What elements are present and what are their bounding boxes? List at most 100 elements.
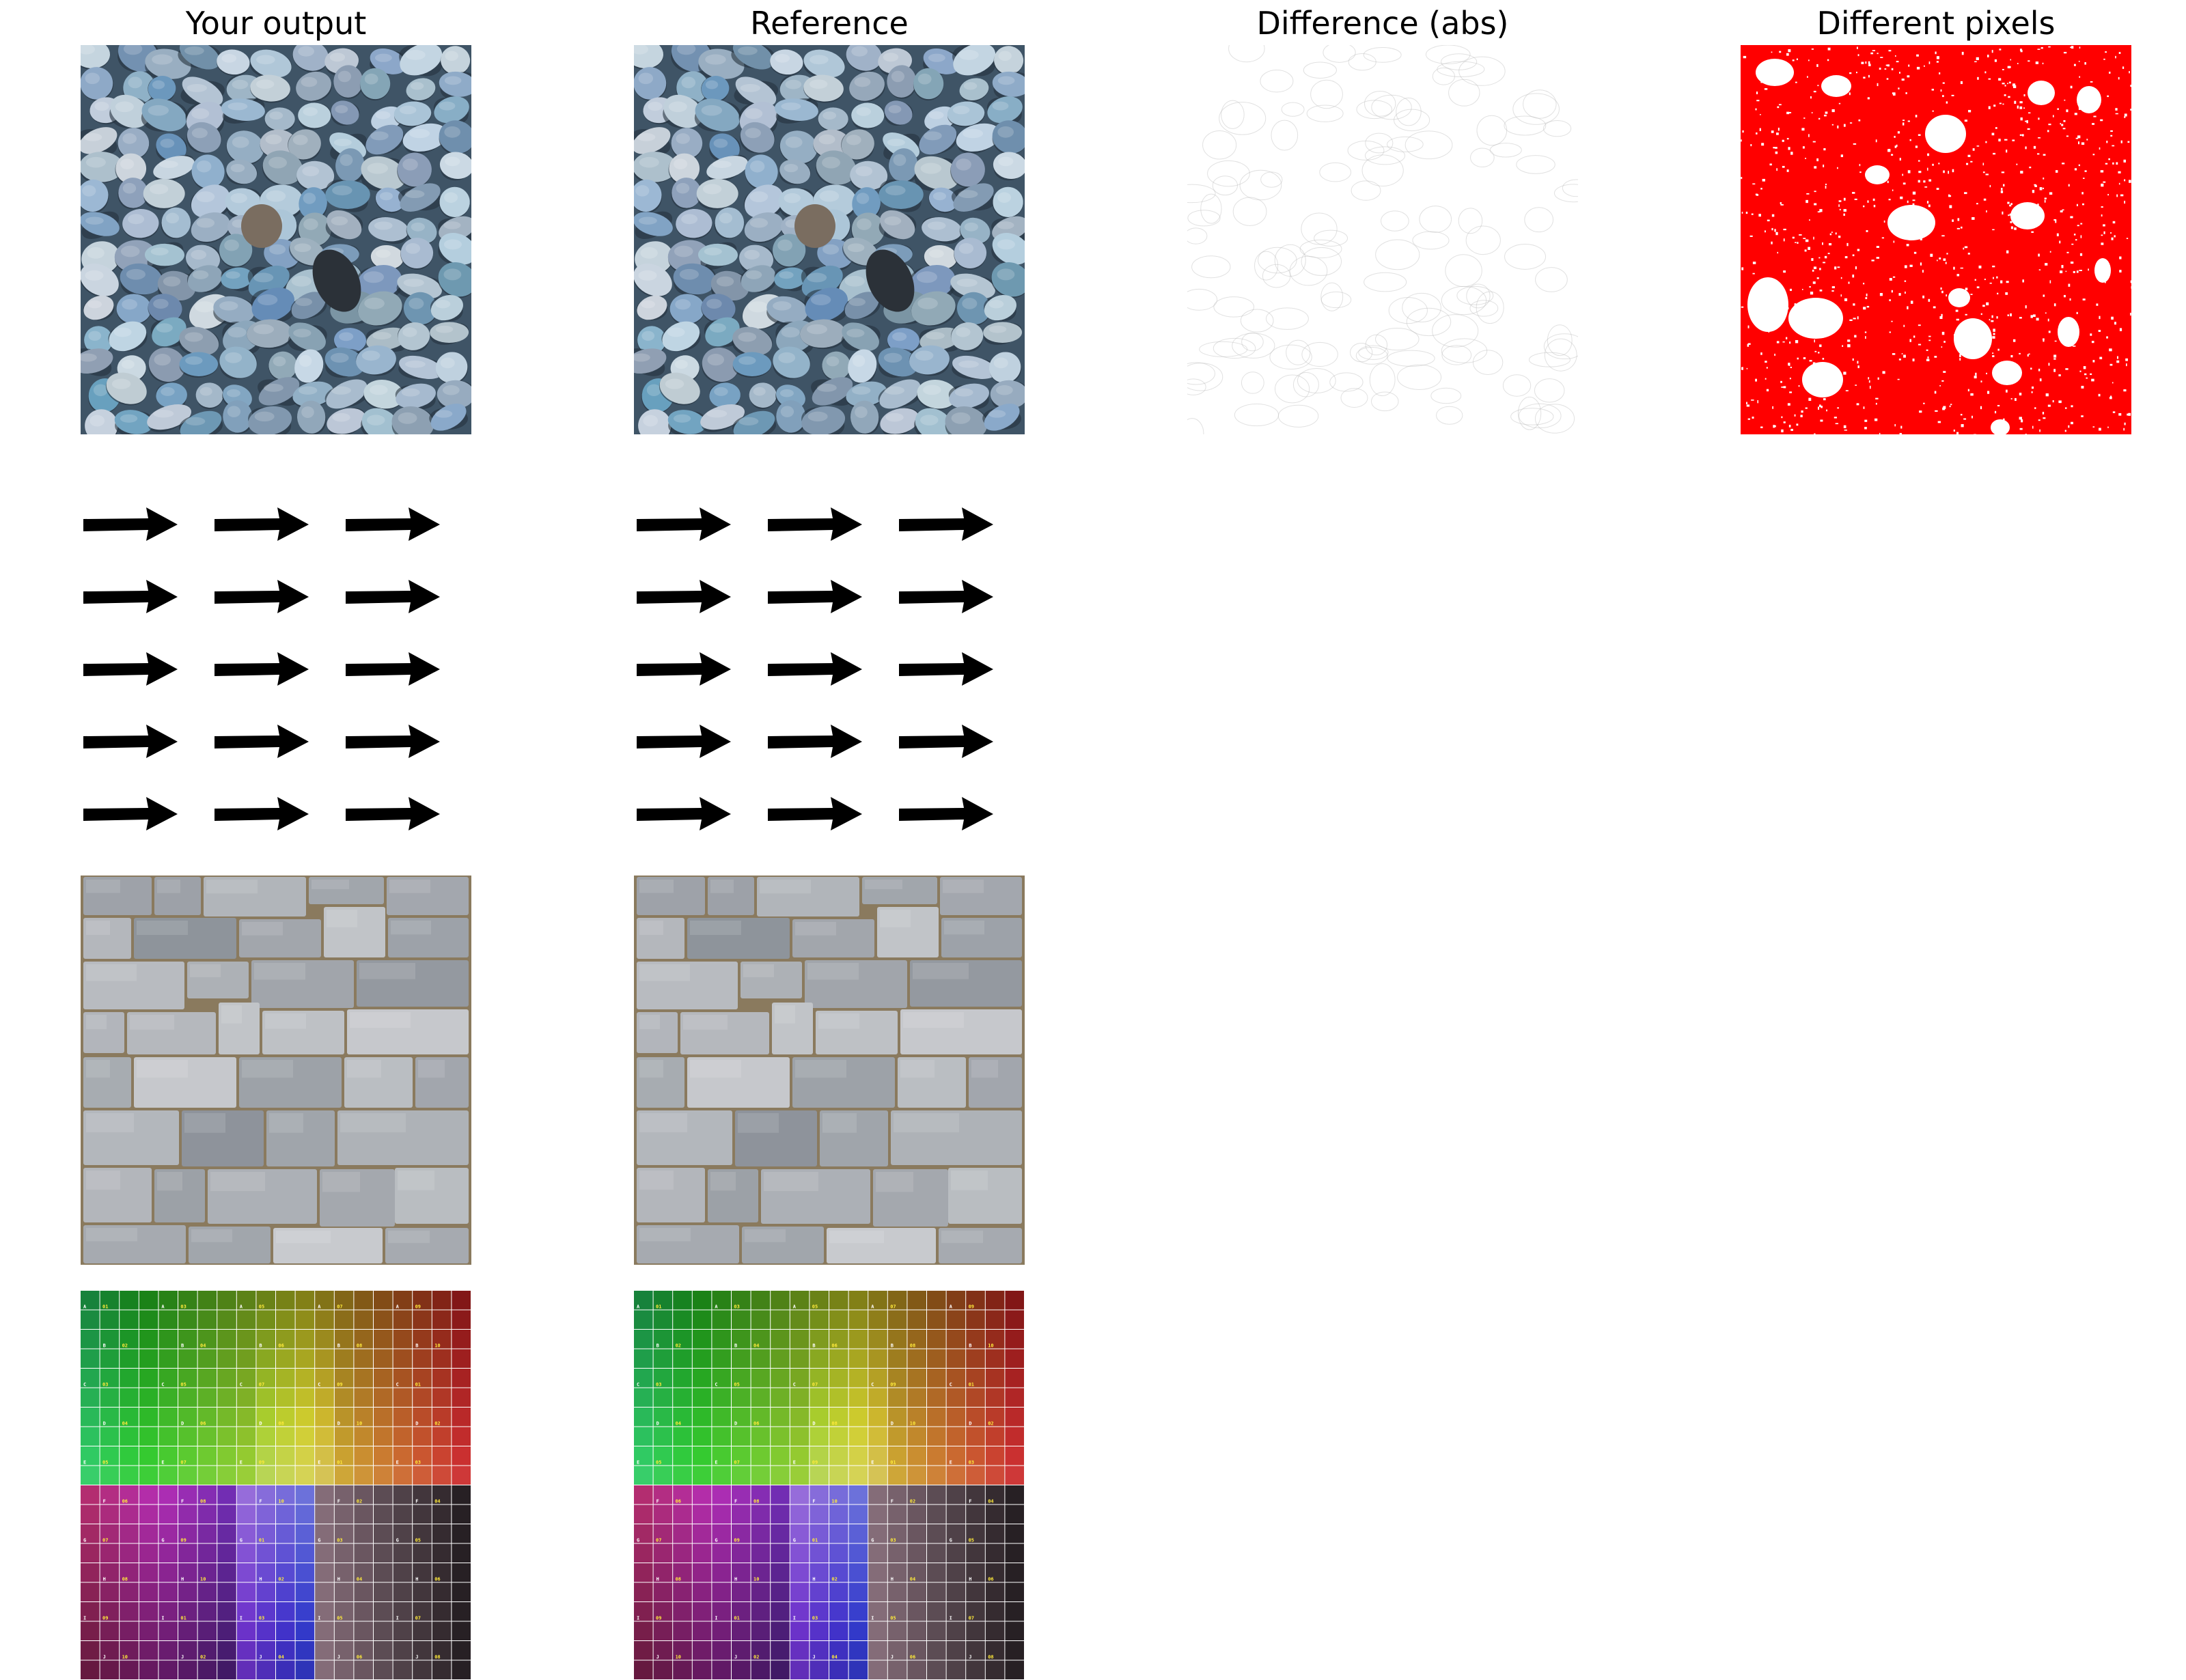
row-letter-label: C: [871, 1382, 874, 1388]
column-number-label: 10: [988, 1343, 993, 1349]
column-number-label: 06: [122, 1499, 128, 1504]
column-number-label: 05: [102, 1460, 108, 1466]
column-number-label: 03: [890, 1538, 896, 1543]
column-number-label: 05: [890, 1616, 896, 1621]
column-number-label: 06: [200, 1421, 206, 1427]
column-number-label: 01: [259, 1538, 264, 1543]
row-letter-label: G: [871, 1538, 874, 1543]
row-letter-label: H: [181, 1577, 184, 1582]
column-number-label: 04: [278, 1655, 283, 1660]
column-number-label: 10: [278, 1499, 283, 1504]
column-number-label: 08: [831, 1421, 837, 1427]
row-letter-label: C: [318, 1382, 320, 1388]
column-title-different-pixels: Different pixels: [1741, 3, 2131, 44]
column-number-label: 05: [337, 1616, 342, 1621]
row-letter-label: E: [161, 1460, 164, 1466]
row-letter-label: I: [715, 1616, 717, 1621]
row-letter-label: C: [161, 1382, 164, 1388]
row-letter-label: B: [337, 1343, 340, 1349]
column-number-label: 10: [434, 1343, 440, 1349]
column-number-label: 08: [357, 1343, 362, 1349]
column-number-label: 02: [200, 1655, 206, 1660]
column-number-label: 08: [122, 1577, 128, 1582]
column-number-label: 04: [988, 1499, 993, 1504]
column-number-label: 08: [200, 1499, 206, 1504]
row-letter-label: I: [637, 1616, 639, 1621]
column-number-label: 04: [910, 1577, 915, 1582]
column-number-label: 02: [676, 1343, 681, 1349]
column-number-label: 06: [831, 1343, 837, 1349]
row-letter-label: E: [715, 1460, 717, 1466]
row-letter-label: E: [83, 1460, 86, 1466]
column-number-label: 03: [812, 1616, 818, 1621]
row-letter-label: F: [103, 1499, 106, 1504]
output-stone-wall-image: [81, 876, 471, 1265]
row-letter-label: I: [793, 1616, 796, 1621]
row-letter-label: G: [83, 1538, 86, 1543]
column-number-label: 08: [988, 1655, 993, 1660]
row-letter-label: I: [240, 1616, 243, 1621]
row-letter-label: J: [181, 1655, 184, 1660]
column-number-label: 09: [812, 1460, 818, 1466]
column-number-label: 07: [734, 1460, 739, 1466]
column-number-label: 09: [734, 1538, 739, 1543]
row-letter-label: F: [259, 1499, 262, 1504]
row-letter-label: D: [415, 1421, 418, 1427]
row-letter-label: B: [415, 1343, 418, 1349]
row-letter-label: F: [337, 1499, 340, 1504]
row-letter-label: B: [656, 1343, 659, 1349]
column-number-label: 02: [831, 1577, 837, 1582]
row-letter-label: C: [637, 1382, 639, 1388]
row-letter-label: F: [891, 1499, 894, 1504]
row-letter-label: E: [240, 1460, 243, 1466]
row-letter-label: I: [950, 1616, 952, 1621]
column-number-label: 05: [259, 1304, 264, 1310]
column-number-label: 09: [102, 1616, 108, 1621]
column-number-label: 03: [337, 1538, 342, 1543]
column-number-label: 07: [656, 1538, 661, 1543]
row-letter-label: F: [812, 1499, 815, 1504]
column-number-label: 01: [656, 1304, 661, 1310]
column-number-label: 09: [415, 1304, 421, 1310]
column-number-label: 05: [180, 1382, 186, 1388]
row-letter-label: C: [240, 1382, 243, 1388]
column-number-label: 08: [278, 1421, 283, 1427]
column-number-label: 02: [357, 1499, 362, 1504]
row-letter-label: F: [969, 1499, 971, 1504]
row-letter-label: H: [969, 1577, 971, 1582]
column-number-label: 04: [831, 1655, 837, 1660]
column-number-label: 08: [434, 1655, 440, 1660]
row-letter-label: E: [318, 1460, 320, 1466]
column-number-label: 05: [812, 1304, 818, 1310]
column-number-label: 06: [278, 1343, 283, 1349]
row-letter-label: B: [812, 1343, 815, 1349]
column-number-label: 07: [890, 1304, 896, 1310]
row-letter-label: C: [396, 1382, 399, 1388]
row-letter-label: B: [891, 1343, 894, 1349]
column-number-label: 06: [676, 1499, 681, 1504]
column-number-label: 03: [259, 1616, 264, 1621]
row-letter-label: H: [259, 1577, 262, 1582]
column-number-label: 09: [656, 1616, 661, 1621]
output-pebble-image: [81, 45, 471, 434]
column-number-label: 07: [102, 1538, 108, 1543]
column-number-label: 02: [122, 1343, 128, 1349]
row-letter-label: H: [415, 1577, 418, 1582]
output-arrow-grid: [81, 478, 471, 867]
column-number-label: 09: [259, 1460, 264, 1466]
column-number-label: 09: [337, 1382, 342, 1388]
row-letter-label: I: [161, 1616, 164, 1621]
row-letter-label: C: [793, 1382, 796, 1388]
row-letter-label: H: [891, 1577, 894, 1582]
row-letter-label: E: [396, 1460, 399, 1466]
row-letter-label: F: [181, 1499, 184, 1504]
column-number-label: 07: [180, 1460, 186, 1466]
row-letter-label: D: [969, 1421, 971, 1427]
row-letter-label: E: [637, 1460, 639, 1466]
column-number-label: 03: [656, 1382, 661, 1388]
column-number-label: 02: [988, 1421, 993, 1427]
row-letter-label: E: [793, 1460, 796, 1466]
column-number-label: 02: [434, 1421, 440, 1427]
column-number-label: 07: [812, 1382, 818, 1388]
row-letter-label: I: [83, 1616, 86, 1621]
